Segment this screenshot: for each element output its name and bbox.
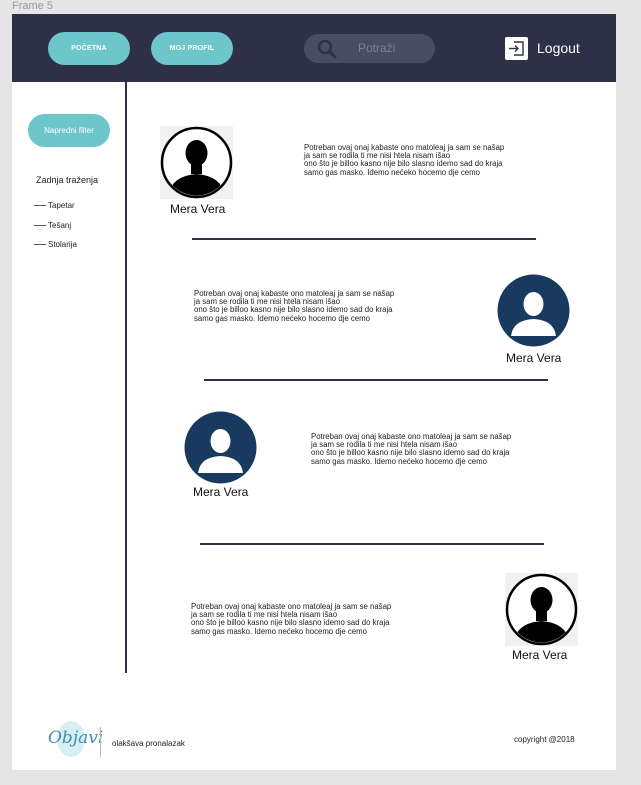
logout-icon: [505, 36, 528, 60]
dash-icon: [34, 225, 46, 226]
author-name[interactable]: Mera Vera: [193, 485, 248, 499]
logout-label: Logout: [537, 40, 580, 56]
post-text: Potreban ovaj onaj kabaste ono matoleaj …: [304, 143, 505, 177]
dash-icon: [34, 205, 46, 206]
recent-search-item[interactable]: Stolarija: [34, 240, 77, 249]
sidebar-divider: [125, 82, 127, 673]
logout-button[interactable]: Logout: [505, 36, 580, 60]
post-separator: [200, 543, 544, 545]
recent-search-label: Tešanj: [48, 221, 72, 230]
home-button[interactable]: POČETNA: [48, 32, 130, 65]
post-text: Potreban ovaj onaj kabaste ono matoleaj …: [311, 432, 512, 466]
recent-search-label: Stolarija: [48, 240, 77, 249]
author-name[interactable]: Mera Vera: [512, 648, 567, 662]
user-avatar[interactable]: [160, 126, 233, 199]
frame-label: Frame 5: [12, 0, 53, 12]
post-separator: [204, 379, 548, 381]
dash-icon: [34, 244, 46, 245]
recent-search-item[interactable]: Tešanj: [34, 221, 71, 230]
recent-search-item[interactable]: Tapetar: [34, 201, 75, 210]
user-avatar[interactable]: [497, 274, 570, 347]
copyright-text: copyright @2018: [514, 735, 575, 744]
post-text: Potreban ovaj onaj kabaste ono matoleaj …: [194, 289, 395, 323]
user-avatar[interactable]: [505, 573, 578, 646]
advanced-filter-button[interactable]: Napredni filter: [28, 114, 110, 147]
search-icon: [317, 39, 337, 59]
post-text: Potreban ovaj onaj kabaste ono matoleaj …: [191, 602, 392, 636]
user-avatar[interactable]: [184, 411, 257, 484]
search-placeholder: Potraži: [358, 41, 396, 55]
search-input[interactable]: Potraži: [304, 34, 435, 63]
top-navbar: POČETNA MOJ PROFIL Potraži Logout: [12, 14, 616, 82]
my-profile-button[interactable]: MOJ PROFIL: [151, 32, 233, 65]
author-name[interactable]: Mera Vera: [170, 202, 225, 216]
post-separator: [192, 238, 536, 240]
footer-tagline: olakšava pronalazak: [112, 739, 185, 748]
recent-search-label: Tapetar: [48, 201, 75, 210]
page-frame: POČETNA MOJ PROFIL Potraži Logout Napred…: [12, 14, 616, 770]
brand-logo[interactable]: Objavi: [48, 728, 103, 748]
recent-searches-title: Zadnja traženja: [36, 175, 99, 185]
footer-divider: [100, 727, 101, 757]
author-name[interactable]: Mera Vera: [506, 351, 561, 365]
